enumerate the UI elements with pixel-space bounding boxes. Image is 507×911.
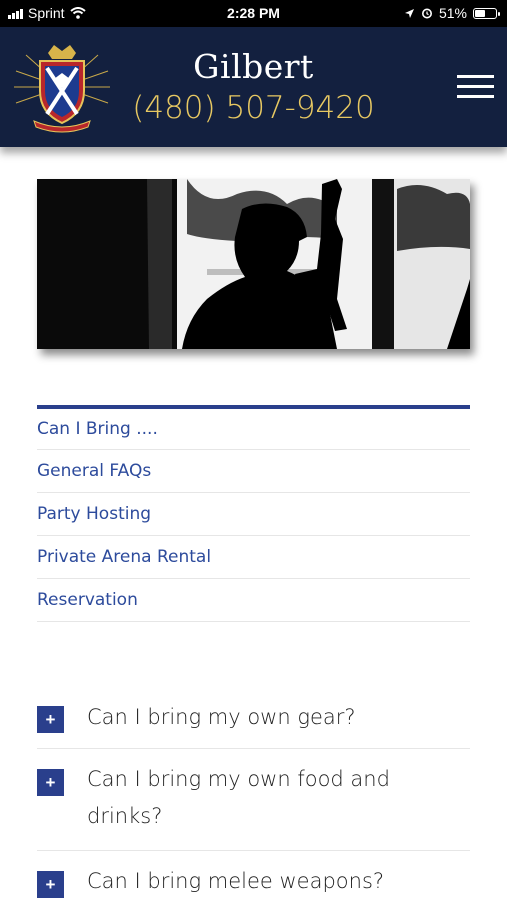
status-bar: Sprint 2:28 PM 51% [0, 0, 507, 27]
nav-link-general-faqs[interactable]: General FAQs [37, 450, 470, 493]
nav-link-can-i-bring[interactable]: Can I Bring .... [37, 409, 470, 450]
faq-category-nav: Can I Bring .... General FAQs Party Host… [37, 405, 470, 622]
expand-plus-icon[interactable]: + [37, 871, 64, 898]
expand-plus-icon[interactable]: + [37, 706, 64, 733]
hero-image [37, 179, 470, 349]
faq-item-own-gear[interactable]: + Can I bring my own gear? [37, 690, 470, 749]
faq-question[interactable]: Can I bring melee weapons? [87, 851, 470, 900]
hamburger-menu-icon[interactable] [457, 75, 494, 99]
battery-icon [473, 7, 500, 19]
site-title[interactable]: Gilbert [0, 47, 507, 86]
faq-item-melee-weapons[interactable]: + Can I bring melee weapons? [37, 851, 470, 911]
nav-link-party-hosting[interactable]: Party Hosting [37, 493, 470, 536]
faq-item-food-drinks[interactable]: + Can I bring my own food and drinks? [37, 749, 470, 851]
faq-question[interactable]: Can I bring my own gear? [87, 690, 470, 736]
expand-plus-icon[interactable]: + [37, 769, 64, 796]
location-arrow-icon [404, 8, 414, 18]
faq-question[interactable]: Can I bring my own food and drinks? [87, 749, 417, 835]
battery-percent: 51% [438, 5, 467, 21]
site-header: Gilbert (480) 507-9420 [0, 27, 507, 147]
nav-link-reservation[interactable]: Reservation [37, 579, 470, 622]
faq-accordion: + Can I bring my own gear? + Can I bring… [37, 690, 470, 911]
nav-link-private-arena-rental[interactable]: Private Arena Rental [37, 536, 470, 579]
alarm-icon [421, 8, 432, 19]
phone-number-link[interactable]: (480) 507-9420 [0, 90, 507, 126]
